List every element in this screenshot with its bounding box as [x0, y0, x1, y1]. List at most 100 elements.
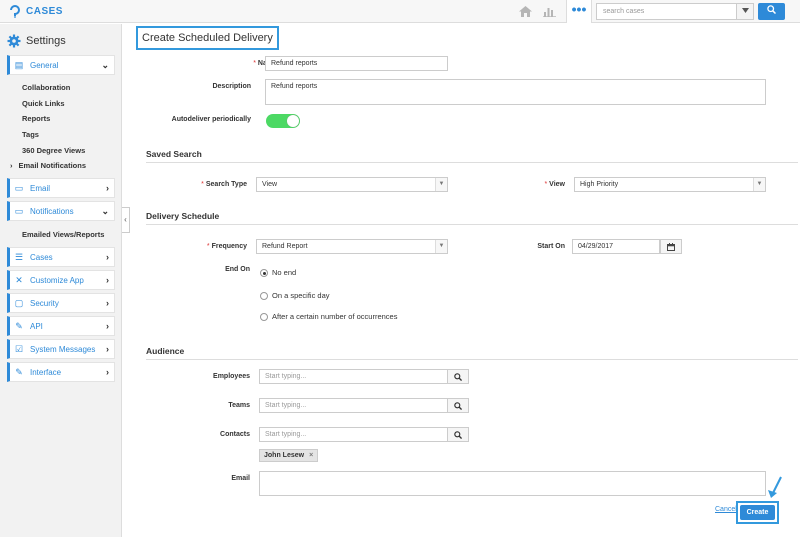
teams-label: Teams: [228, 402, 250, 409]
plug-icon: ✎: [15, 321, 23, 331]
inbox-icon: ▭: [14, 206, 24, 216]
teams-search-button[interactable]: [447, 398, 469, 413]
app-logo[interactable]: CASES: [8, 4, 63, 18]
chevron-right-icon: ›: [106, 252, 109, 262]
divider: [146, 162, 798, 163]
sidebar-subitem-tags[interactable]: Tags: [22, 130, 39, 139]
search-icon: [454, 401, 462, 410]
delivery-schedule-heading: Delivery Schedule: [146, 211, 220, 221]
calendar-button[interactable]: [660, 239, 682, 254]
settings-heading: Settings: [7, 34, 66, 48]
chart-icon[interactable]: [541, 4, 557, 18]
saved-search-heading: Saved Search: [146, 149, 202, 159]
email-label: Email: [231, 475, 250, 482]
sidebar-collapse-toggle[interactable]: ‹: [122, 207, 130, 233]
sidebar-item-system-messages[interactable]: ☑ System Messages ›: [7, 339, 115, 359]
sidebar-item-notifications[interactable]: ▭ Notifications ⌄: [7, 201, 115, 221]
view-label: * View: [544, 181, 565, 188]
settings-sidebar: Settings ▤ General ⌄ Collaboration Quick…: [0, 24, 122, 537]
wrench-icon: ✕: [15, 275, 23, 285]
search-input[interactable]: search cases: [596, 3, 754, 20]
divider: [146, 224, 798, 225]
search-type-select[interactable]: View ▼: [256, 177, 448, 192]
chevron-right-icon: ›: [106, 183, 109, 193]
top-bar: CASES ••• search cases: [0, 0, 800, 23]
contact-tag: John Lesew ×: [259, 449, 319, 462]
contacts-search-button[interactable]: [447, 427, 469, 442]
chevron-down-icon: ▼: [753, 178, 765, 191]
start-on-label: Start On: [537, 243, 565, 250]
end-option-no-end[interactable]: No end: [260, 268, 296, 277]
description-label: Description: [212, 83, 251, 90]
view-select[interactable]: High Priority ▼: [574, 177, 766, 192]
teams-input[interactable]: Start typing...: [259, 398, 448, 413]
description-input[interactable]: Refund reports: [265, 79, 766, 105]
divider: [146, 359, 798, 360]
home-icon[interactable]: [517, 4, 533, 18]
search-type-label: * Search Type: [201, 181, 247, 188]
search-button[interactable]: [758, 3, 785, 20]
end-option-occurrences[interactable]: After a certain number of occurrences: [260, 312, 397, 321]
chevron-down-icon: ⌄: [101, 206, 109, 216]
sidebar-item-customize-app[interactable]: ✕ Customize App ›: [7, 270, 115, 290]
toggle-knob: [287, 115, 299, 127]
contacts-input[interactable]: Start typing...: [259, 427, 448, 442]
inbox-icon: ▭: [14, 183, 24, 193]
autodeliver-toggle[interactable]: [266, 114, 300, 128]
autodeliver-label: Autodeliver periodically: [171, 116, 251, 123]
sidebar-subitem-emailed-views[interactable]: Emailed Views/Reports: [22, 230, 104, 239]
radio-button[interactable]: [260, 291, 268, 300]
chevron-right-icon: ›: [106, 367, 109, 377]
cases-logo-icon: [10, 5, 20, 18]
pointer-arrow-icon: [768, 476, 782, 498]
sidebar-subitem-quick-links[interactable]: Quick Links: [22, 99, 65, 108]
name-input[interactable]: Refund reports: [265, 56, 448, 71]
employees-search-button[interactable]: [447, 369, 469, 384]
chevron-right-icon: ›: [106, 275, 109, 285]
sidebar-subitem-reports[interactable]: Reports: [22, 114, 50, 123]
radio-button[interactable]: [260, 268, 268, 277]
end-on-label: End On: [225, 266, 250, 273]
sidebar-item-interface[interactable]: ✎ Interface ›: [7, 362, 115, 382]
create-button-highlight: Create: [736, 501, 779, 524]
app-title: CASES: [26, 5, 63, 17]
chevron-down-icon: [741, 8, 749, 13]
cancel-link[interactable]: Cancel: [715, 506, 737, 513]
sidebar-item-api[interactable]: ✎ API ›: [7, 316, 115, 336]
frequency-select[interactable]: Refund Report ▼: [256, 239, 448, 254]
start-on-input[interactable]: 04/29/2017: [572, 239, 660, 254]
sidebar-item-security[interactable]: ▢ Security ›: [7, 293, 115, 313]
end-option-specific-day[interactable]: On a specific day: [260, 291, 330, 300]
chevron-right-icon: ›: [106, 321, 109, 331]
page-title: Create Scheduled Delivery: [136, 26, 279, 50]
search-filter-dropdown[interactable]: [736, 3, 754, 20]
remove-tag-icon[interactable]: ×: [309, 450, 313, 461]
search-icon: [454, 430, 462, 439]
sidebar-subitem-collaboration[interactable]: Collaboration: [22, 83, 70, 92]
main-content: Create Scheduled Delivery *Name Refund r…: [131, 24, 800, 537]
list-icon: ☰: [14, 252, 24, 262]
sidebar-subitem-email-notifications[interactable]: › Email Notifications: [10, 161, 86, 170]
sidebar-item-email[interactable]: ▭ Email ›: [7, 178, 115, 198]
radio-button[interactable]: [260, 312, 268, 321]
more-menu-button[interactable]: •••: [566, 0, 592, 23]
sidebar-item-general[interactable]: ▤ General ⌄: [7, 55, 115, 75]
employees-input[interactable]: Start typing...: [259, 369, 448, 384]
chevron-down-icon: ⌄: [101, 60, 109, 70]
chevron-down-icon: ▼: [435, 240, 447, 253]
monitor-icon: ▤: [14, 60, 24, 70]
chevron-right-icon: ›: [10, 161, 13, 170]
checkbox-icon: ☑: [14, 344, 24, 354]
audience-heading: Audience: [146, 346, 185, 356]
gear-icon: [7, 34, 21, 48]
name-label: *Name: [253, 60, 277, 67]
email-textarea[interactable]: [259, 471, 766, 496]
chevron-right-icon: ›: [106, 298, 109, 308]
chevron-down-icon: ▼: [435, 178, 447, 191]
sidebar-item-cases[interactable]: ☰ Cases ›: [7, 247, 115, 267]
chevron-right-icon: ›: [106, 344, 109, 354]
search-icon: [454, 372, 462, 381]
contacts-label: Contacts: [220, 431, 250, 438]
sidebar-subitem-360-views[interactable]: 360 Degree Views: [22, 146, 85, 155]
create-button[interactable]: Create: [740, 505, 775, 520]
